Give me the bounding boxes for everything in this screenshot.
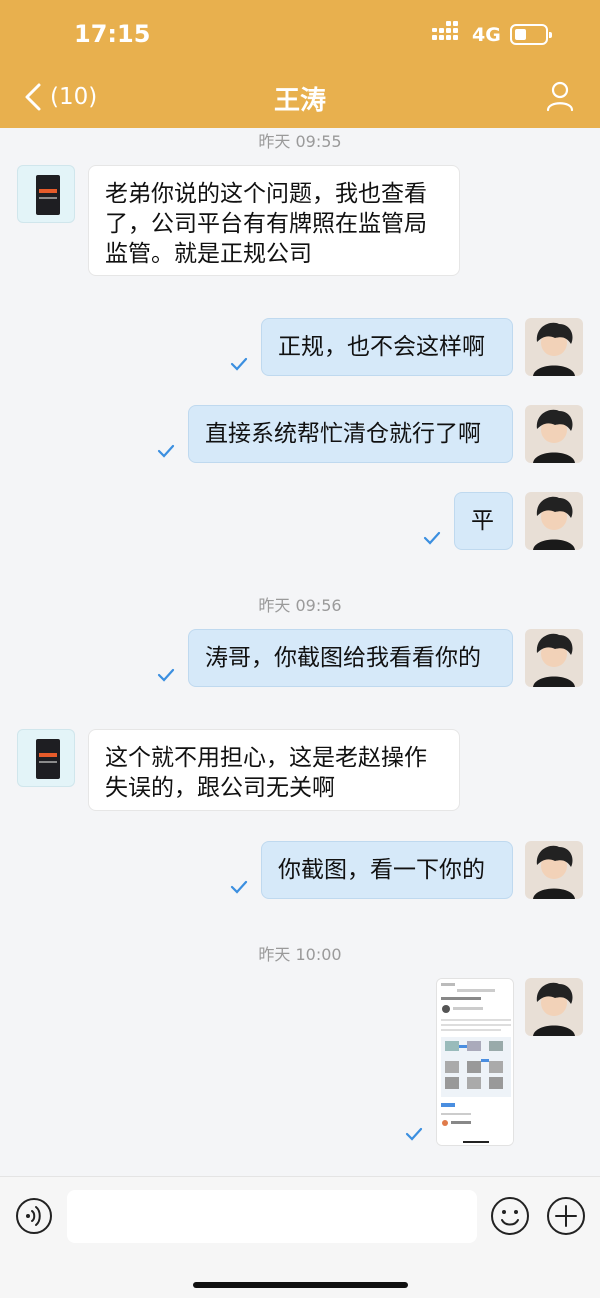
check-icon	[405, 1127, 423, 1141]
message-line: 老弟你说的这个问题，我也查看	[105, 181, 427, 207]
emoji-icon[interactable]	[490, 1196, 530, 1236]
home-indicator	[193, 1282, 408, 1288]
check-icon	[230, 357, 248, 371]
my-avatar[interactable]	[525, 405, 583, 463]
screenshot-thumbnail-icon	[437, 979, 513, 1145]
message-bubble[interactable]: 这个就不用担心，这是老赵操作 失误的，跟公司无关啊	[88, 729, 460, 811]
check-icon	[423, 531, 441, 545]
message-bubble[interactable]: 平	[454, 492, 513, 550]
message-line: 失误的，跟公司无关啊	[105, 775, 335, 801]
contact-avatar[interactable]	[17, 165, 75, 223]
my-avatar[interactable]	[525, 318, 583, 376]
battery-icon	[510, 24, 552, 45]
input-bar	[0, 1176, 600, 1298]
message-bubble[interactable]: 你截图，看一下你的	[261, 841, 513, 899]
profile-icon[interactable]	[545, 80, 575, 112]
chat-title: 王涛	[273, 86, 326, 116]
timestamp: 昨天 10:00	[258, 945, 342, 964]
timestamp: 昨天 09:56	[258, 596, 342, 615]
check-icon	[157, 668, 175, 682]
check-icon	[230, 880, 248, 894]
image-message[interactable]	[436, 978, 514, 1146]
my-avatar[interactable]	[525, 841, 583, 899]
contact-avatar[interactable]	[17, 729, 75, 787]
network-label: 4G	[472, 24, 501, 46]
message-bubble[interactable]: 直接系统帮忙清仓就行了啊	[188, 405, 513, 463]
plus-icon[interactable]	[546, 1196, 586, 1236]
header-bar: 17:15 4G (10) 王涛	[0, 0, 600, 128]
timestamp: 昨天 09:55	[258, 132, 342, 151]
check-icon	[157, 444, 175, 458]
signal-icon	[432, 21, 464, 45]
status-time: 17:15	[74, 20, 151, 48]
message-bubble[interactable]: 老弟你说的这个问题，我也查看 了，公司平台有有牌照在监管局 监管。就是正规公司	[88, 165, 460, 276]
message-line: 监管。就是正规公司	[105, 241, 312, 267]
message-line: 了，公司平台有有牌照在监管局	[105, 211, 427, 237]
my-avatar[interactable]	[525, 978, 583, 1036]
voice-icon[interactable]	[15, 1197, 53, 1235]
my-avatar[interactable]	[525, 629, 583, 687]
message-line: 这个就不用担心，这是老赵操作	[105, 745, 427, 771]
message-input[interactable]	[67, 1190, 477, 1243]
message-bubble[interactable]: 涛哥，你截图给我看看你的	[188, 629, 513, 687]
message-bubble[interactable]: 正规，也不会这样啊	[261, 318, 513, 376]
my-avatar[interactable]	[525, 492, 583, 550]
